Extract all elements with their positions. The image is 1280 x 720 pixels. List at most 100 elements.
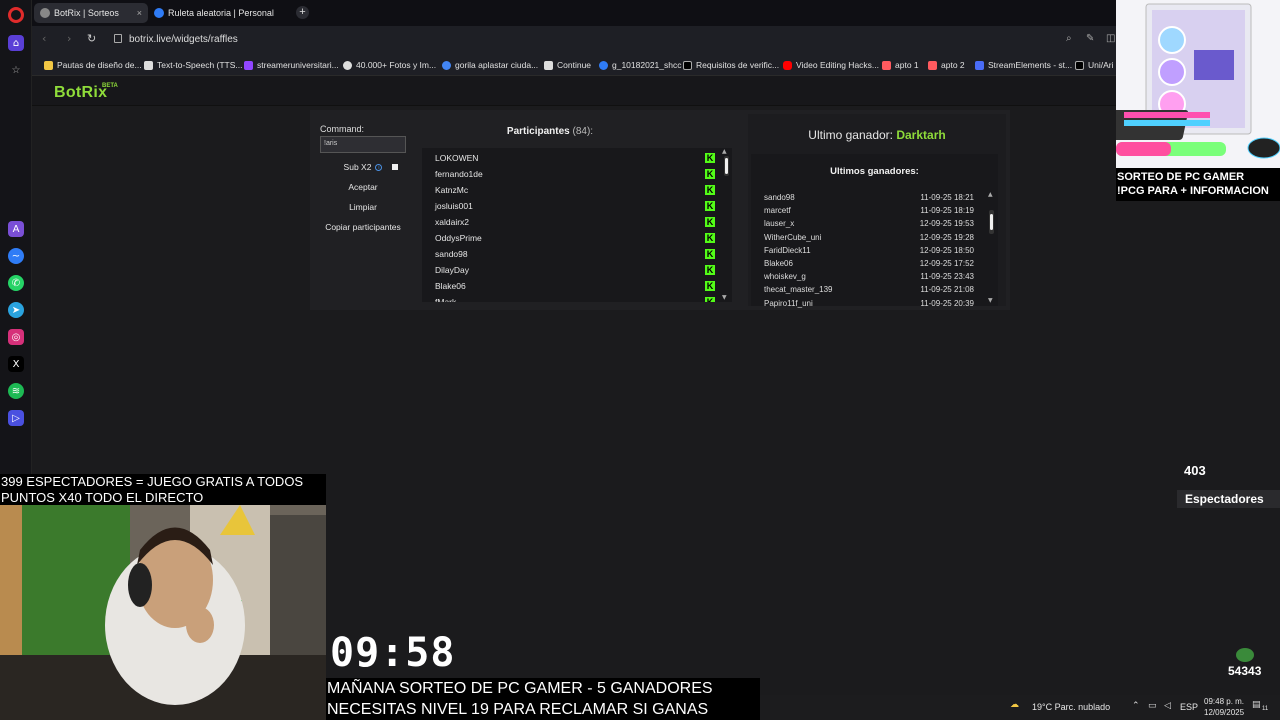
viewers-goal-line: 399 ESPECTADORES = JUEGO GRATIS A TODOS	[1, 474, 304, 489]
spotify-icon[interactable]: ≋	[8, 383, 24, 399]
bookmark-item[interactable]: Video Editing Hacks...	[783, 60, 879, 70]
google-icon	[442, 60, 451, 70]
bookmark-item[interactable]: Requisitos de verific...	[683, 60, 779, 70]
kick-icon: K	[705, 217, 715, 227]
notifications-icon[interactable]: ▤	[1252, 700, 1261, 710]
new-tab-button[interactable]: +	[296, 6, 309, 19]
winner-date: 12-09-25 19:28	[919, 232, 974, 242]
botrix-logo[interactable]: BotRix	[54, 84, 107, 102]
close-tab-icon[interactable]: ×	[137, 8, 142, 18]
twitch-icon	[244, 60, 253, 70]
aria-icon[interactable]: A	[8, 221, 24, 237]
scroll-down-icon[interactable]: ▼	[988, 297, 993, 304]
bookmark-item[interactable]: Continue	[544, 60, 591, 70]
participant-name: OddysPrime	[435, 233, 482, 243]
sub-x2-label: Sub X2	[343, 162, 372, 172]
whatsapp-icon[interactable]: ✆	[8, 275, 24, 291]
bookmark-item[interactable]: streameruniversitari...	[244, 60, 339, 70]
url-field[interactable]: botrix.live/widgets/raffles	[129, 34, 238, 45]
participant-row[interactable]: sando98 K	[435, 246, 717, 262]
bookmark-item[interactable]: StreamElements - st...	[975, 60, 1072, 70]
bookmark-item[interactable]: Text-to-Speech (TTS...	[144, 60, 243, 70]
scrollbar-thumb[interactable]	[990, 214, 993, 230]
bookmark-item[interactable]: apto 2	[928, 60, 965, 70]
camera-icon[interactable]: ◫	[1106, 33, 1115, 44]
scroll-up-icon[interactable]: ▲	[722, 148, 727, 155]
winner-row: Papiro11f_uni 11-09-25 20:39	[764, 299, 974, 312]
network-icon[interactable]: ▭	[1148, 701, 1157, 711]
weather-icon[interactable]: ☁	[1010, 700, 1019, 710]
tab-botrix[interactable]: BotRix | Sorteos ×	[34, 3, 148, 23]
volume-icon[interactable]: ◁	[1164, 701, 1171, 711]
scroll-up-icon[interactable]: ▲	[988, 191, 993, 198]
search-icon[interactable]: ⌕	[1066, 33, 1072, 44]
participant-row[interactable]: KatnzMc K	[435, 182, 717, 198]
winner-box: Ultimo ganador: Darktarh Ultimos ganador…	[748, 114, 1006, 308]
winner-name: whoiskev_g	[764, 272, 806, 282]
edit-icon[interactable]: ✎	[1086, 33, 1094, 44]
bookmark-item[interactable]: Pautas de diseño de...	[44, 60, 142, 70]
tab-title: BotRix | Sorteos	[54, 8, 119, 18]
winner-row: marcetf 11-09-25 18:19	[764, 206, 974, 219]
scrollbar[interactable]	[724, 156, 729, 176]
clock-time[interactable]: 09:48 p. m.	[1204, 697, 1244, 706]
bookmarks-bar: Pautas de diseño de... Text-to-Speech (T…	[32, 54, 1116, 76]
copy-participants-button[interactable]: Copiar participantes	[320, 222, 406, 232]
bookmark-item[interactable]: 40.000+ Fotos y Im...	[343, 60, 436, 70]
participant-row[interactable]: fernando1de K	[435, 166, 717, 182]
chevron-up-icon[interactable]: ⌃	[1132, 701, 1140, 711]
participant-row[interactable]: LOKOWEN K	[435, 150, 717, 166]
messenger-icon[interactable]: ~	[8, 248, 24, 264]
winner-name: thecat_master_139	[764, 285, 833, 295]
scroll-down-icon[interactable]: ▼	[722, 294, 727, 301]
participant-row[interactable]: xaldairx2 K	[435, 214, 717, 230]
promo-text: SORTEO DE PC GAMER !PCG PARA + INFORMACI…	[1116, 168, 1280, 201]
participant-row[interactable]: Blake06 K	[435, 278, 717, 294]
clear-button[interactable]: Limpiar	[320, 202, 406, 212]
tab-ruleta[interactable]: Ruleta aleatoria | Personal	[148, 3, 288, 23]
bookmark-item[interactable]: gorila aplastar ciuda...	[442, 60, 538, 70]
participant-name: KatnzMc	[435, 185, 469, 195]
scrollbar-thumb[interactable]	[725, 158, 728, 174]
winner-date: 11-09-25 20:39	[920, 298, 974, 308]
language-indicator[interactable]: ESP	[1180, 702, 1198, 712]
tab-favicon-icon	[154, 8, 164, 18]
home-icon[interactable]: ⌂	[8, 35, 24, 51]
accept-button[interactable]: Aceptar	[320, 182, 406, 192]
x-icon	[683, 60, 692, 70]
reload-icon[interactable]: ↻	[87, 32, 96, 45]
participants-list[interactable]: ▲ ▼ LOKOWEN Kfernando1de K KatnzMc Kjosluis0…	[422, 148, 732, 302]
x-icon[interactable]: X	[8, 356, 24, 372]
sub-x2-checkbox[interactable]	[392, 164, 398, 170]
bookmark-icon	[144, 60, 153, 70]
instagram-icon[interactable]: ◎	[8, 329, 24, 345]
participant-row[interactable]: OddysPrime K	[435, 230, 717, 246]
telegram-icon[interactable]: ➤	[8, 302, 24, 318]
participant-row[interactable]: fMark K	[435, 294, 717, 302]
winner-date: 11-09-25 18:19	[920, 206, 974, 216]
winner-date: 11-09-25 18:21	[920, 193, 974, 202]
back-icon[interactable]: ‹	[42, 32, 46, 45]
winner-date: 12-09-25 19:53	[919, 219, 974, 229]
info-icon[interactable]: i	[375, 164, 383, 172]
participant-row[interactable]: DilayDay K	[435, 262, 717, 278]
bookmark-label: Continue	[557, 60, 592, 70]
windows-taskbar: ☁ 19°C Parc. nublado ⌃ ▭ ◁ ESP 09:48 p. …	[760, 695, 1280, 720]
weather-text[interactable]: 19°C Parc. nublado	[1032, 702, 1110, 712]
clock-date[interactable]: 12/09/2025	[1204, 708, 1244, 717]
last-winners-list[interactable]: Ultimos ganadores: ▲ ▼ sando98 11-09-25 1…	[751, 154, 998, 308]
scrollbar[interactable]	[989, 210, 994, 234]
forward-icon[interactable]: ›	[67, 32, 71, 45]
bookmark-item[interactable]: g_10182021_shcc	[599, 60, 681, 70]
command-input[interactable]: !aris	[320, 136, 406, 153]
participant-name: LOKOWEN	[435, 153, 479, 163]
streamelements-icon	[975, 60, 984, 70]
kick-icon: K	[705, 265, 715, 275]
bookmark-item[interactable]: apto 1	[882, 60, 919, 70]
winner-name: lauser_x	[764, 219, 795, 229]
opera-logo-icon[interactable]	[8, 7, 24, 23]
bookmark-item[interactable]: Uni/Ari	[1075, 60, 1114, 70]
player-icon[interactable]: ▷	[8, 410, 24, 426]
participant-row[interactable]: josluis001 K	[435, 198, 717, 214]
star-icon[interactable]: ☆	[8, 62, 24, 78]
